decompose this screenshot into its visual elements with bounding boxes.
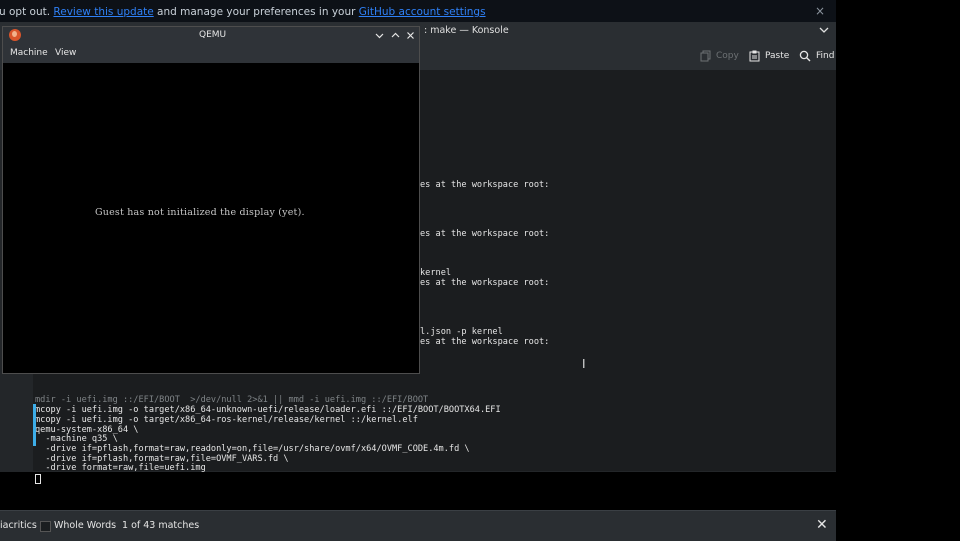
selection-marker — [33, 404, 36, 446]
guest-display-message: Guest has not initialized the display (y… — [95, 207, 305, 218]
paste-label: Paste — [765, 51, 790, 61]
banner-close-button[interactable]: × — [815, 4, 825, 18]
whole-words-label[interactable]: Whole Words — [54, 520, 116, 531]
match-count: 1 of 43 matches — [122, 520, 200, 531]
qemu-display[interactable]: Guest has not initialized the display (y… — [3, 63, 419, 373]
banner-prefix: u opt out. — [0, 6, 51, 18]
paste-button[interactable]: Paste — [749, 48, 789, 64]
mouse-ibeam-cursor: I — [582, 357, 586, 371]
terminal-line: es at the workspace root: — [420, 180, 550, 190]
copy-label: Copy — [716, 51, 739, 61]
find-button[interactable]: Find — [799, 48, 834, 64]
terminal-line: mcopy -i uefi.img -o target/x86_64-ros-k… — [35, 415, 418, 425]
terminal-line: -machine q35 \ — [35, 434, 118, 444]
search-icon — [799, 50, 811, 62]
terminal-line: l.json -p kernel — [420, 327, 503, 337]
find-bar: iacritics Whole Words 1 of 43 matches ✕ — [0, 510, 836, 541]
review-update-link[interactable]: Review this update — [53, 6, 153, 18]
minimize-icon[interactable] — [374, 30, 385, 41]
terminal-cursor — [35, 474, 41, 484]
qemu-window: QEMU Machine View Guest has not initiali… — [2, 26, 420, 374]
terminal-line: es at the workspace root: — [420, 337, 550, 347]
menu-machine[interactable]: Machine — [10, 48, 48, 58]
banner-text: u opt out. Review this update and manage… — [0, 6, 486, 18]
terminal-line: kernel — [420, 268, 452, 278]
terminal-line: -drive if=pflash,format=raw,readonly=on,… — [35, 444, 470, 454]
github-settings-link[interactable]: GitHub account settings — [359, 6, 486, 18]
copy-button[interactable]: Copy — [700, 48, 739, 64]
find-label: Find — [816, 51, 835, 61]
konsole-title: : make — Konsole — [424, 25, 509, 36]
copy-icon — [700, 50, 711, 62]
close-find-bar-button[interactable]: ✕ — [816, 517, 828, 533]
close-icon[interactable] — [405, 30, 416, 41]
terminal-line: es at the workspace root: — [420, 229, 550, 239]
terminal-line: mcopy -i uefi.img -o target/x86_64-unkno… — [35, 405, 501, 415]
terminal-line: -drive format=raw,file=uefi.img — [35, 463, 206, 473]
match-diacritics-option[interactable]: iacritics — [0, 520, 37, 531]
menu-view[interactable]: View — [55, 48, 76, 58]
desktop-background — [836, 0, 960, 540]
chevron-down-icon[interactable] — [818, 24, 830, 36]
github-banner: u opt out. Review this update and manage… — [0, 0, 836, 23]
qemu-logo-icon — [9, 29, 21, 41]
terminal-line: mdir -i uefi.img ::/EFI/BOOT >/dev/null … — [35, 395, 429, 405]
maximize-icon[interactable] — [390, 30, 401, 41]
terminal-line: es at the workspace root: — [420, 278, 550, 288]
qemu-title: QEMU — [199, 30, 227, 40]
banner-middle: and manage your preferences in your — [153, 6, 359, 18]
paste-icon — [749, 50, 760, 62]
qemu-menubar: Machine View — [3, 45, 419, 64]
whole-words-checkbox[interactable] — [40, 521, 51, 532]
qemu-titlebar[interactable]: QEMU — [3, 27, 419, 45]
